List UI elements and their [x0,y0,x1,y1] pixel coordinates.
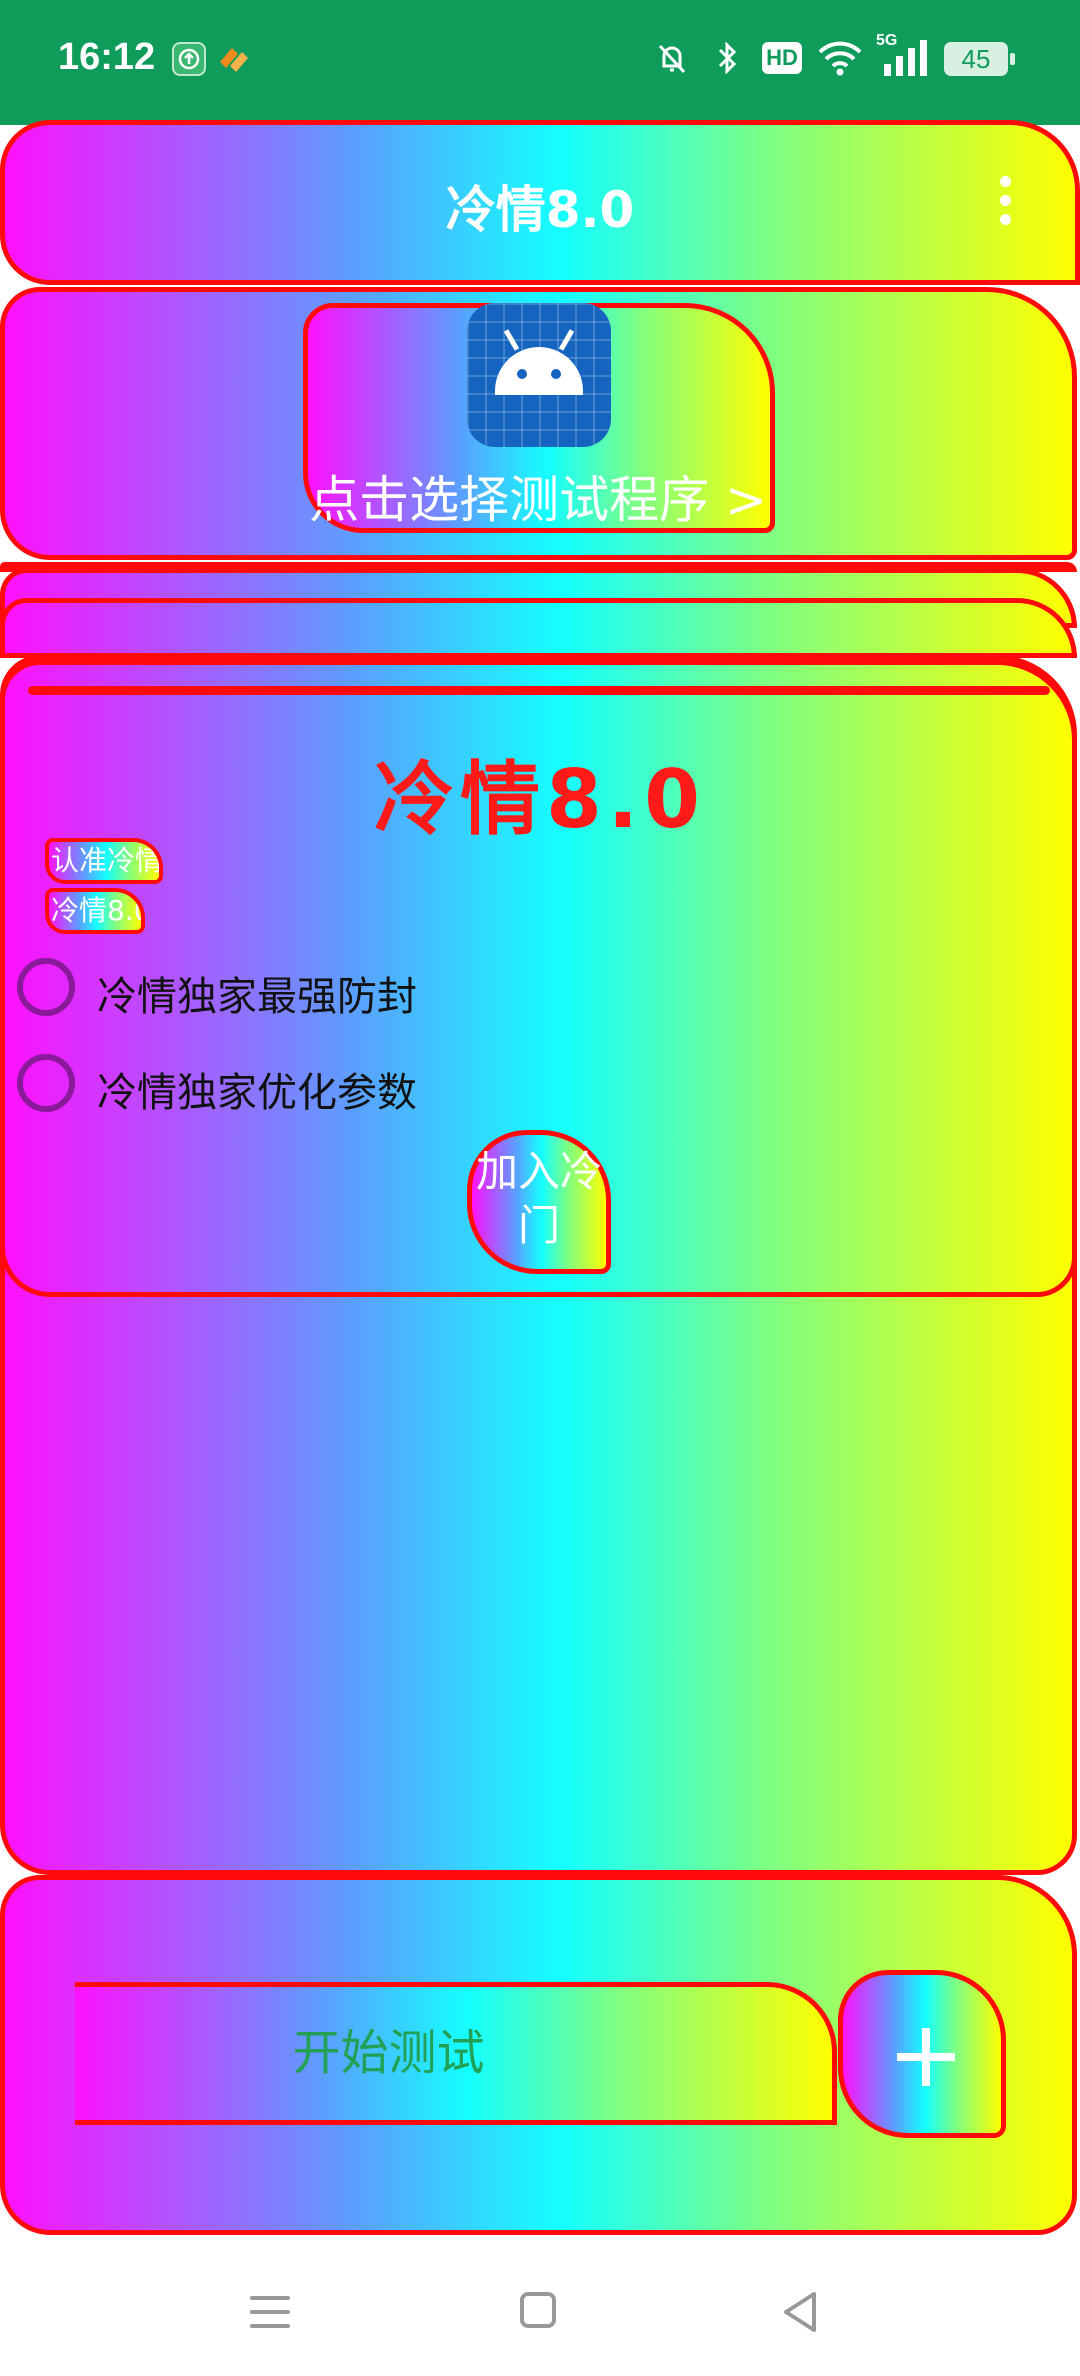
more-vertical-icon[interactable] [1000,176,1014,226]
hd-icon: HD [762,42,802,74]
option-label[interactable]: 冷情独家最强防封 [97,964,417,1022]
upload-app-icon [172,42,206,76]
menu-icon[interactable] [250,2296,290,2338]
join-button[interactable]: 加入冷门 [467,1130,611,1274]
battery-indicator: 45 [944,42,1015,76]
5g-signal-icon [880,38,932,78]
tag-chip: 认准冷情 [45,838,163,884]
mute-bell-icon [652,38,692,78]
headline: 冷情8.0 [374,753,706,846]
option-label[interactable]: 冷情独家优化参数 [97,1060,417,1118]
add-fab-button[interactable] [838,1970,1006,2138]
red-divider [28,686,1050,695]
tag-chip: 冷情8.0 [45,888,145,934]
back-icon[interactable] [780,2290,820,2334]
wifi-icon [816,38,864,78]
bluetooth-icon [710,38,746,78]
orange-app-icon [216,42,250,76]
android-app-icon[interactable] [467,303,611,447]
start-test-button[interactable]: 开始测试 [75,1982,837,2125]
home-icon[interactable] [520,2292,556,2328]
radio-optimize-params[interactable] [17,1054,75,1112]
decorative-strip [0,598,1077,658]
select-program-label: 点击选择测试程序 > [309,471,767,529]
status-time: 16:12 [58,36,156,78]
radio-anti-ban[interactable] [17,958,75,1016]
toolbar-title: 冷情8.0 [445,181,635,239]
